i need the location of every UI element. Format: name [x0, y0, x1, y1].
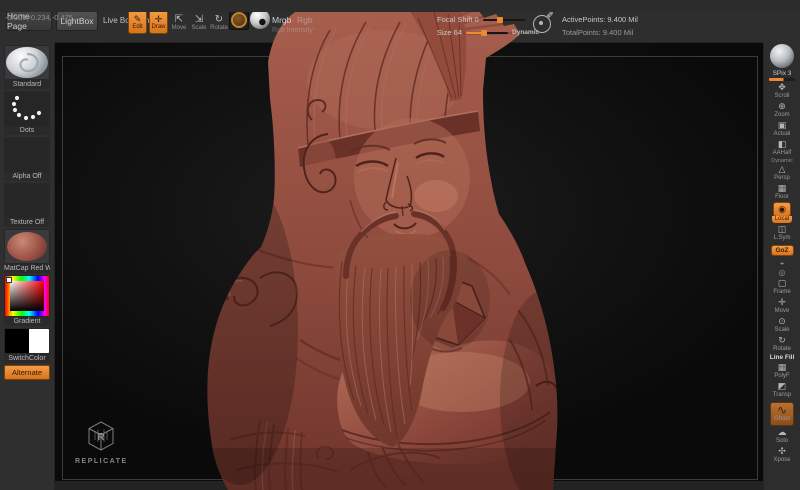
shelf-see-through[interactable]: ◒ [780, 258, 785, 267]
watermark: R REPLICATE [75, 421, 128, 465]
shelf-polyf[interactable]: ▦ PolyF [774, 362, 789, 380]
shelf-move3d[interactable]: ✛ Move [775, 297, 790, 315]
shelf-xpose[interactable]: ✣ Xpose [773, 446, 790, 464]
draw-button[interactable]: ✛ Draw [149, 9, 168, 34]
rgb-intensity-label: Rgb Intensity [272, 27, 313, 34]
shelf-scale3d[interactable]: ⊙ Scale [774, 316, 789, 334]
shelf-aahalf[interactable]: ◧ AAHalf [773, 139, 792, 157]
saturation-square[interactable] [10, 281, 44, 311]
current-brush[interactable]: Standard [4, 45, 50, 89]
zbrush-window: -0.005,-0.234,-0.475 Home Page LightBox … [0, 0, 800, 490]
brush-sliders: Focal Shift 0 Size 64 Dynamic [437, 13, 539, 39]
shelf-zoom[interactable]: ⊕ Zoom [774, 101, 789, 119]
color-marker [6, 277, 12, 283]
dots-stroke-icon [5, 92, 49, 125]
main-color-swatch[interactable] [5, 329, 29, 353]
shelf-floor[interactable]: ▦ Floor [775, 183, 789, 201]
shelf-solo[interactable]: ☁ Solo [776, 427, 788, 445]
current-stroke[interactable]: Dots [4, 91, 50, 135]
shelf-scroll[interactable]: ✥ Scroll [774, 82, 789, 100]
shelf-transp[interactable]: ◩ Transp [773, 381, 791, 399]
points-counter: ActivePoints: 9.400 Mil TotalPoints: 9.4… [562, 13, 638, 39]
svg-text:R: R [98, 432, 106, 443]
draw-size-slider[interactable] [466, 32, 508, 34]
shelf-actual[interactable]: ▣ Actual [774, 120, 791, 138]
watermark-brand: REPLICATE [75, 458, 128, 465]
shelf-spix-slider[interactable]: SPix 3 [769, 70, 795, 81]
shelf-goz[interactable]: GoZ [771, 245, 794, 256]
total-points: TotalPoints: 9.400 Mil [562, 26, 638, 39]
shelf-frame[interactable]: ▢ Frame [773, 278, 790, 296]
secondary-color-swatch[interactable] [29, 329, 49, 353]
shelf-rotate3d[interactable]: ↻ Rotate [773, 335, 791, 353]
move-button[interactable]: ⇱ Move [170, 11, 188, 33]
replicate-cube-icon: R [87, 421, 115, 451]
current-alpha[interactable]: Alpha Off [4, 137, 50, 181]
color-picker[interactable]: Gradient [4, 275, 50, 326]
rgb-button[interactable]: Rgb [297, 15, 313, 25]
matcap-sphere-icon [7, 232, 47, 261]
alternate[interactable]: Alternate [4, 365, 50, 380]
switch-color[interactable]: SwitchColor [4, 328, 50, 363]
focal-shift-slider-label: Focal Shift 0 [437, 15, 479, 24]
sculpture-model[interactable] [200, 0, 570, 490]
draw-size-slider-label: Size 64 [437, 28, 462, 37]
sculptris-pro-button[interactable]: ✐ [533, 15, 551, 33]
draw-icon: ✛ [155, 14, 163, 24]
brush-swirl-icon [5, 46, 49, 79]
active-points: ActivePoints: 9.400 Mil [562, 13, 638, 26]
shelf-magnify-dot[interactable]: ◎ [779, 268, 786, 277]
edit-icon: ✎ [134, 14, 142, 24]
shelf-linefill[interactable]: Line Fill [770, 354, 795, 361]
current-texture[interactable]: Texture Off [4, 183, 50, 227]
edit-button[interactable]: ✎ Edit [128, 9, 147, 34]
left-tray: Standard Dots Alpha Off Texture Off MatC… [0, 42, 55, 490]
right-shelf: SPix 3 ✥ Scroll ⊕ Zoom ▣ Actual ◧ AA [763, 42, 800, 490]
mrgb-button[interactable]: Mrgb [272, 15, 291, 25]
shelf-lsym[interactable]: ◫ L.Sym [773, 224, 790, 242]
focal-shift-slider[interactable] [483, 19, 525, 21]
shelf-bpr-render[interactable] [770, 44, 794, 68]
shelf-persp[interactable]: Dynamic △ Persp [771, 158, 792, 182]
shelf-ghost[interactable]: ∿ Ghost [770, 402, 794, 426]
current-material[interactable]: MatCap Red Wax [4, 229, 50, 273]
menubar [0, 0, 800, 12]
move-icon: ⇱ [175, 14, 183, 25]
shelf-local[interactable]: ◉ Local [772, 202, 792, 223]
cursor-coordinates: -0.005,-0.234,-0.475 [5, 13, 73, 22]
